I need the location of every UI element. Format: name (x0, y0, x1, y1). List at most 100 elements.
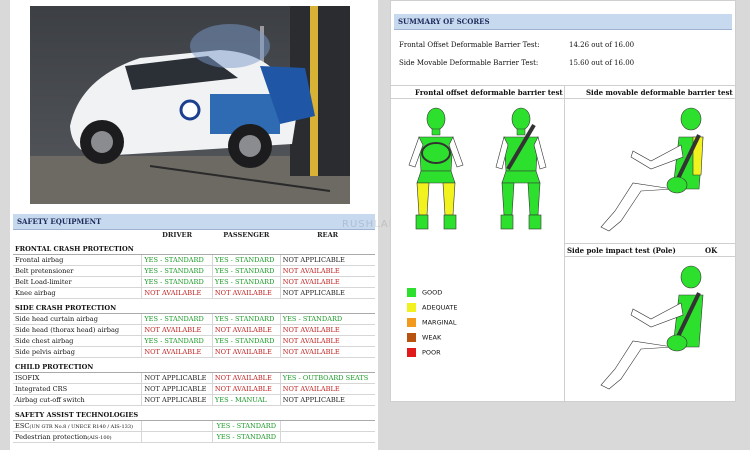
table-row: Frontal airbag YES - STANDARD YES - STANDA… (13, 254, 375, 266)
section-title: FRONTAL CRASH PROTECTION (13, 240, 375, 255)
passenger-value: NOT AVAILABLE (211, 324, 281, 336)
driver-value: NOT APPLICABLE (141, 372, 213, 384)
legend-swatch (407, 333, 416, 342)
pole-result: OK (705, 246, 718, 255)
rear-value: NOT AVAILABLE (279, 324, 375, 336)
passenger-value: YES - STANDARD (211, 265, 281, 277)
section-header-row: SIDE CRASH PROTECTION (13, 298, 375, 314)
side-dummy-pole (600, 265, 704, 390)
row-label-main: Pedestrian protection (15, 433, 88, 441)
row-label-main: ESC (15, 422, 30, 430)
side-score-label: Side Movable Deformable Barrier Test: (399, 59, 539, 67)
driver-value: NOT AVAILABLE (141, 287, 213, 299)
passenger-value: NOT AVAILABLE (211, 372, 281, 384)
rear-value: NOT AVAILABLE (279, 276, 375, 288)
front-dummy-driver (408, 107, 464, 230)
section-header-row: FRONTAL CRASH PROTECTION (13, 240, 375, 255)
table-row: ESC(UN GTR No.8 / UNECE R140 / AIS-133) Y… (13, 420, 375, 432)
side-score-value: 15.60 out of 16.00 (569, 59, 635, 67)
rear-value: NOT APPLICABLE (279, 254, 375, 266)
table-row: Side chest airbag YES - STANDARD YES - STA… (13, 335, 375, 347)
driver-value (141, 420, 213, 432)
row-label: Airbag cut-off switch (13, 394, 142, 406)
section-header-row: CHILD PROTECTION (13, 357, 375, 373)
column-header: PASSENGER (223, 231, 270, 239)
passenger-value: YES - STANDARD (211, 335, 281, 347)
rear-value: NOT AVAILABLE (279, 383, 375, 395)
row-label-note: (UN GTR No.8 / UNECE R140 / AIS-133) (29, 424, 133, 430)
row-label: Side pelvis airbag (13, 346, 142, 358)
rear-value: YES - STANDARD (279, 313, 375, 325)
driver-value: YES - STANDARD (141, 265, 213, 277)
divider (564, 243, 735, 244)
divider (564, 85, 565, 403)
passenger-value: YES - STANDARD (211, 254, 281, 266)
rear-value (279, 431, 375, 443)
legend-swatch (407, 288, 416, 297)
driver-value (141, 431, 213, 443)
driver-value: NOT APPLICABLE (141, 394, 213, 406)
divider (391, 98, 735, 99)
row-label: ISOFIX (13, 372, 142, 384)
summary-header: SUMMARY OF SCORES (394, 14, 732, 30)
driver-value: YES - STANDARD (141, 276, 213, 288)
rear-value: NOT AVAILABLE (279, 346, 375, 358)
row-label: Integrated CRS (13, 383, 142, 395)
passenger-value: NOT AVAILABLE (211, 383, 281, 395)
equipment-page: SAFETY EQUIPMENT DRIVER PASSENGER REAR FRON… (10, 0, 378, 450)
table-row: Side head curtain airbag YES - STANDARD YE… (13, 313, 375, 325)
table-row: Side head (thorax head) airbag NOT AVAILA… (13, 324, 375, 336)
driver-value: NOT AVAILABLE (141, 346, 213, 358)
row-label: Side head curtain airbag (13, 313, 142, 325)
passenger-value: YES - STANDARD (211, 420, 281, 432)
legend-good: GOOD (407, 288, 442, 297)
legend-weak: WEAK (407, 333, 441, 342)
pole-panel-title: Side pole impact test (Pole) (567, 246, 676, 255)
divider (564, 256, 735, 257)
driver-value: YES - STANDARD (141, 313, 213, 325)
rear-value: NOT APPLICABLE (279, 287, 375, 299)
driver-value: YES - STANDARD (141, 335, 213, 347)
row-label-note: (AIS-100) (87, 435, 112, 441)
column-header: DRIVER (162, 231, 193, 239)
row-label: Knee airbag (13, 287, 142, 299)
passenger-value: YES - STANDARD (211, 313, 281, 325)
table-row: ISOFIX NOT APPLICABLE NOT AVAILABLE YES - O… (13, 372, 375, 384)
driver-value: YES - STANDARD (141, 254, 213, 266)
legend-swatch (407, 303, 416, 312)
row-label: Pedestrian protection(AIS-100) (13, 431, 142, 443)
frontal-score-label: Frontal Offset Deformable Barrier Test: (399, 41, 540, 49)
section-title: SIDE CRASH PROTECTION (13, 298, 375, 314)
passenger-value: YES - STANDARD (211, 276, 281, 288)
driver-value: NOT AVAILABLE (141, 324, 213, 336)
legend-poor: POOR (407, 348, 441, 357)
table-row: Knee airbag NOT AVAILABLE NOT AVAILABLE NOT… (13, 287, 375, 299)
rear-value (279, 420, 375, 432)
divider (391, 85, 735, 86)
legend-adequate: ADEQUATE (407, 303, 457, 312)
row-label: Belt Load-limiter (13, 276, 142, 288)
legend-marginal: MARGINAL (407, 318, 456, 327)
column-header: REAR (317, 231, 339, 239)
row-label: Belt pretensioner (13, 265, 142, 277)
front-dummy-passenger (495, 107, 547, 230)
passenger-value: NOT AVAILABLE (211, 346, 281, 358)
safety-equipment-table: DRIVER PASSENGER REAR FRONTAL CRASH PROTECT… (13, 230, 375, 443)
crash-car-image (30, 6, 350, 204)
column-header-blank (13, 230, 142, 240)
section-title: SAFETY ASSIST TECHNOLOGIES (13, 405, 375, 421)
column-header-row: DRIVER PASSENGER REAR (13, 230, 375, 240)
legend-swatch (407, 318, 416, 327)
table-row: Belt Load-limiter YES - STANDARD YES - STA… (13, 276, 375, 288)
legend-swatch (407, 348, 416, 357)
row-label: Side chest airbag (13, 335, 142, 347)
section-title: CHILD PROTECTION (13, 357, 375, 373)
rear-value: NOT AVAILABLE (279, 265, 375, 277)
table-row: Belt pretensioner YES - STANDARD YES - STA… (13, 265, 375, 277)
rear-value: YES - OUTBOARD SEATS (279, 372, 375, 384)
row-label: Frontal airbag (13, 254, 142, 266)
crash-test-photo (30, 6, 350, 204)
frontal-panel-title: Frontal offset deformable barrier test (415, 88, 563, 97)
rear-value: NOT AVAILABLE (279, 335, 375, 347)
passenger-value: YES - MANUAL (211, 394, 281, 406)
